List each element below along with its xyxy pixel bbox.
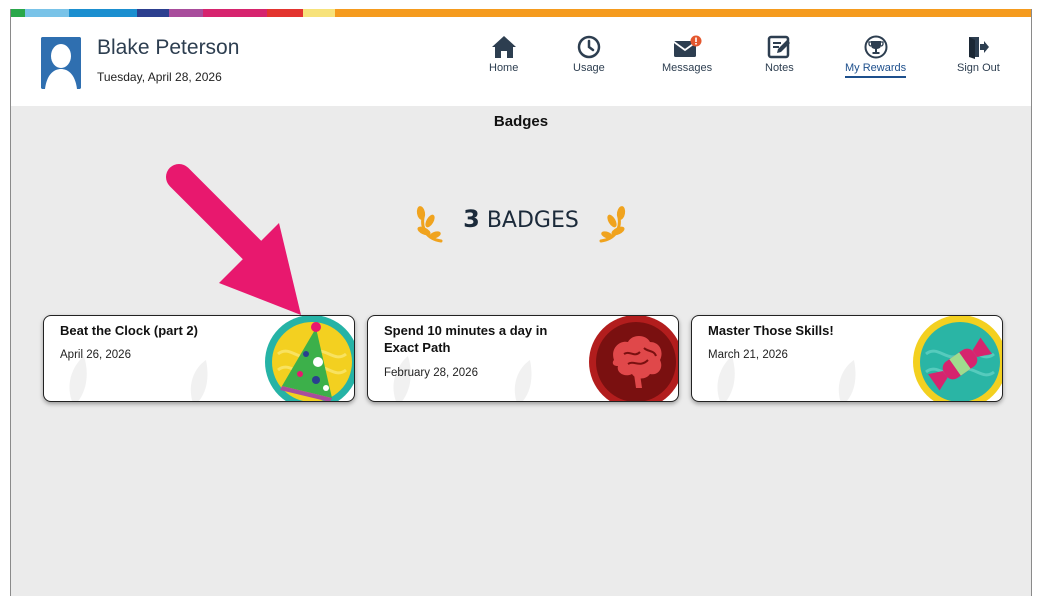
badge-date: February 28, 2026: [384, 367, 478, 379]
nav-messages[interactable]: Messages: [662, 35, 712, 74]
header-bar: Blake Peterson Tuesday, April 28, 2026 H…: [11, 17, 1031, 106]
annotation-arrow-icon: [166, 164, 301, 315]
badge-card[interactable]: Master Those Skills! March 21, 2026: [691, 315, 1003, 402]
brain-icon: [589, 316, 678, 401]
page-title: Badges: [493, 113, 549, 130]
laurel-right-icon: [599, 206, 625, 243]
notepad-pencil-icon: [768, 35, 791, 59]
avatar[interactable]: [41, 37, 81, 89]
nav-messages-label: Messages: [662, 62, 713, 74]
badge-count-label: BADGES: [486, 208, 579, 233]
home-icon: [491, 36, 516, 58]
badge-title: Master Those Skills!: [708, 323, 834, 338]
nav-home-label: Home: [489, 62, 519, 74]
trophy-icon: [864, 35, 888, 59]
nav-notes-label: Notes: [765, 62, 794, 74]
badge-date: March 21, 2026: [708, 349, 788, 361]
badge-date: April 26, 2026: [60, 349, 131, 361]
badge-count: 3 BADGES: [463, 205, 579, 233]
sign-out-icon: [969, 37, 990, 59]
badge-title: Spend 10 minutes a day in Exact Path: [384, 323, 548, 355]
nav-home[interactable]: Home: [489, 35, 518, 74]
current-date: Tuesday, April 28, 2026: [97, 70, 222, 84]
candy-icon: [913, 316, 1002, 401]
app-window: Blake Peterson Tuesday, April 28, 2026 H…: [10, 9, 1032, 596]
nav-my-rewards-label: My Rewards: [845, 62, 907, 78]
nav-my-rewards[interactable]: My Rewards: [845, 35, 907, 78]
nav-usage-label: Usage: [573, 62, 605, 74]
badge-count-number: 3: [463, 205, 480, 233]
clock-icon: [577, 35, 601, 59]
user-name: Blake Peterson: [97, 36, 240, 59]
nav-sign-out-label: Sign Out: [957, 62, 1000, 74]
envelope-alert-icon: [673, 35, 702, 57]
badge-card[interactable]: Spend 10 minutes a day in Exact Path Feb…: [367, 315, 679, 402]
laurel-left-icon: [417, 206, 443, 243]
user-silhouette-icon: [41, 37, 81, 89]
nav-usage[interactable]: Usage: [573, 35, 605, 74]
nav-sign-out[interactable]: Sign Out: [957, 35, 1000, 74]
nav-notes[interactable]: Notes: [765, 35, 794, 74]
color-stripe: [11, 9, 1031, 17]
